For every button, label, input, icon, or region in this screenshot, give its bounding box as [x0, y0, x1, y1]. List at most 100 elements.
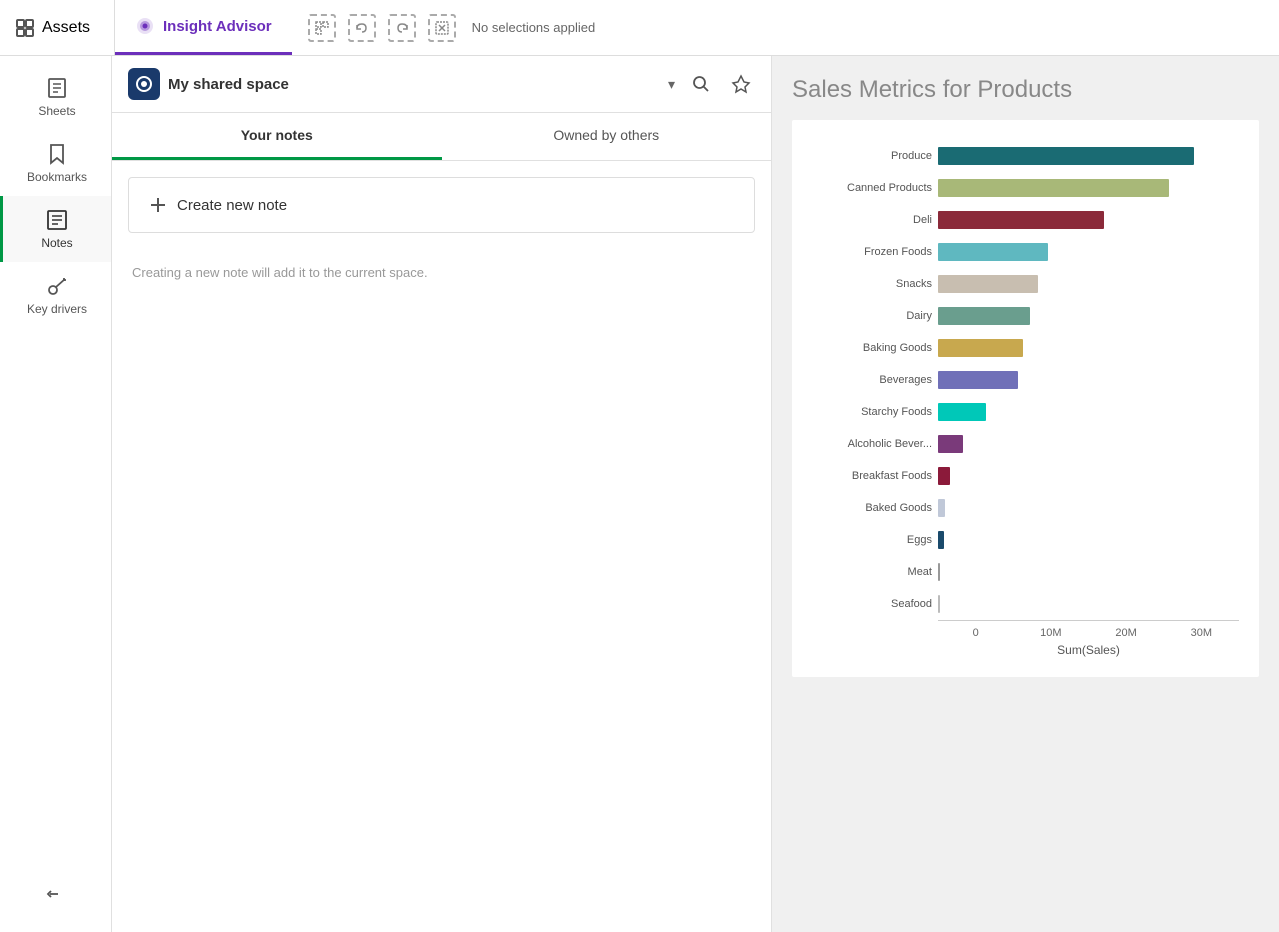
create-note-container: Create new note [112, 161, 771, 249]
bar-label: Starchy Foods [802, 406, 932, 418]
key-drivers-icon [45, 274, 69, 298]
bar-row: Baked Goods [802, 492, 1239, 524]
clear-selections-tool[interactable] [428, 14, 456, 42]
bar-chart: Produce Canned Products Deli Frozen Foods Sn… [802, 140, 1239, 620]
sidebar-bottom [46, 872, 66, 932]
bar-fill [938, 403, 986, 421]
bar-fill [938, 147, 1194, 165]
x-label-0: 0 [938, 627, 1013, 639]
create-note-button[interactable]: Create new note [128, 177, 755, 233]
sidebar-item-bookmarks[interactable]: Bookmarks [0, 130, 111, 196]
bar-row: Snacks [802, 268, 1239, 300]
sidebar: Sheets Bookmarks Notes Key dr [0, 56, 112, 932]
tabs: Your notes Owned by others [112, 113, 771, 161]
create-note-label: Create new note [177, 197, 287, 214]
insight-panel: My shared space ▾ Your notes [112, 56, 772, 932]
bar-track [938, 211, 1239, 229]
bar-row: Alcoholic Bever... [802, 428, 1239, 460]
bar-track [938, 275, 1239, 293]
header-actions: ▾ [668, 70, 755, 98]
undo-icon [355, 21, 369, 35]
bar-track [938, 147, 1239, 165]
bar-row: Eggs [802, 524, 1239, 556]
assets-label: Assets [42, 19, 90, 37]
bar-label: Frozen Foods [802, 246, 932, 258]
grid-icon [16, 19, 34, 37]
sidebar-sheets-label: Sheets [38, 104, 75, 118]
chart-title: Sales Metrics for Products [792, 76, 1259, 104]
bookmark-icon [45, 142, 69, 166]
bar-track [938, 371, 1239, 389]
bar-track [938, 595, 1239, 613]
x-label-20m: 20M [1089, 627, 1164, 639]
space-dropdown-icon[interactable]: ▾ [668, 76, 675, 93]
bar-label: Baking Goods [802, 342, 932, 354]
select-icon [315, 21, 329, 35]
bar-label: Produce [802, 150, 932, 162]
selection-tool-1[interactable] [308, 14, 336, 42]
bar-fill [938, 371, 1018, 389]
bar-row: Deli [802, 204, 1239, 236]
bar-row: Frozen Foods [802, 236, 1239, 268]
bar-label: Dairy [802, 310, 932, 322]
x-label-30m: 30M [1164, 627, 1239, 639]
bar-track [938, 467, 1239, 485]
bar-fill [938, 563, 940, 581]
bar-fill [938, 595, 940, 613]
collapse-icon [46, 884, 66, 904]
sidebar-item-key-drivers[interactable]: Key drivers [0, 262, 111, 328]
redo-tool[interactable] [388, 14, 416, 42]
pin-button[interactable] [727, 70, 755, 98]
toolbar-tools: No selections applied [292, 14, 1279, 42]
collapse-sidebar-button[interactable] [46, 872, 66, 916]
bar-row: Seafood [802, 588, 1239, 620]
bar-row: Starchy Foods [802, 396, 1239, 428]
sidebar-item-notes[interactable]: Notes [0, 196, 111, 262]
tab-your-notes[interactable]: Your notes [112, 113, 442, 160]
clear-icon [435, 21, 449, 35]
bar-label: Eggs [802, 534, 932, 546]
hint-text: Creating a new note will add it to the c… [112, 249, 771, 296]
bar-fill [938, 243, 1048, 261]
bar-track [938, 499, 1239, 517]
bar-fill [938, 307, 1030, 325]
bar-label: Snacks [802, 278, 932, 290]
bar-row: Meat [802, 556, 1239, 588]
chart-container: Produce Canned Products Deli Frozen Foods Sn… [792, 120, 1259, 677]
bar-fill [938, 467, 950, 485]
sidebar-item-sheets[interactable]: Sheets [0, 64, 111, 130]
bar-track [938, 243, 1239, 261]
bar-track [938, 435, 1239, 453]
tab-owned-by-others[interactable]: Owned by others [442, 113, 772, 160]
insight-header: My shared space ▾ [112, 56, 771, 113]
bar-label: Breakfast Foods [802, 470, 932, 482]
bar-label: Meat [802, 566, 932, 578]
x-label-10m: 10M [1013, 627, 1088, 639]
pin-icon [731, 74, 751, 94]
bar-fill [938, 339, 1023, 357]
bar-label: Baked Goods [802, 502, 932, 514]
bar-track [938, 307, 1239, 325]
bar-label: Deli [802, 214, 932, 226]
bar-track [938, 563, 1239, 581]
bar-row: Dairy [802, 300, 1239, 332]
redo-icon [395, 21, 409, 35]
notes-icon [45, 208, 69, 232]
chart-area: Sales Metrics for Products Produce Canned… [772, 56, 1279, 932]
search-button[interactable] [687, 70, 715, 98]
bar-fill [938, 179, 1169, 197]
insight-advisor-tab[interactable]: Insight Advisor [115, 0, 292, 55]
sidebar-bookmarks-label: Bookmarks [27, 170, 87, 184]
space-icon [128, 68, 160, 100]
bar-row: Beverages [802, 364, 1239, 396]
assets-button[interactable]: Assets [0, 0, 115, 55]
bar-row: Breakfast Foods [802, 460, 1239, 492]
bar-track [938, 179, 1239, 197]
bar-label: Canned Products [802, 182, 932, 194]
x-axis-title: Sum(Sales) [938, 639, 1239, 657]
undo-tool[interactable] [348, 14, 376, 42]
space-name: My shared space [168, 76, 660, 93]
bar-fill [938, 275, 1038, 293]
bar-row: Baking Goods [802, 332, 1239, 364]
bar-fill [938, 531, 944, 549]
